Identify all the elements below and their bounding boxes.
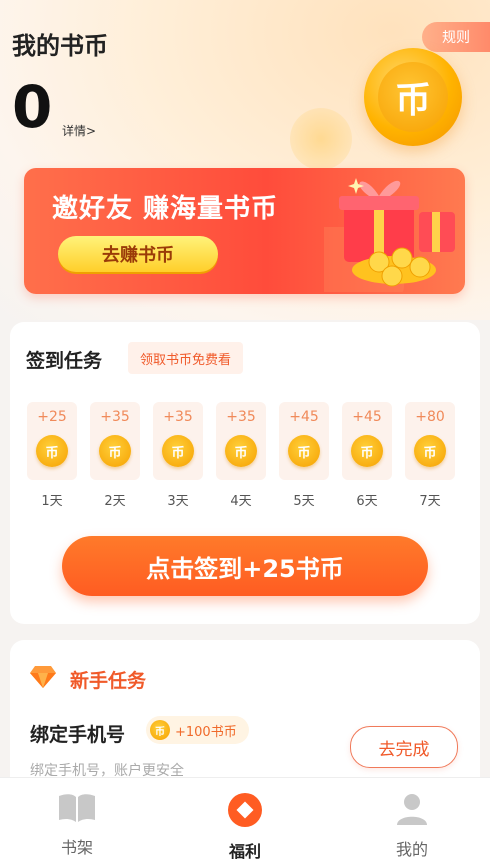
day-reward: +45 — [289, 409, 319, 425]
tab-label: 书架 — [60, 838, 93, 857]
rules-button[interactable]: 规则 — [422, 22, 490, 52]
banner-title: 邀好友 赚海量书币 — [52, 194, 279, 224]
coin-icon: 币 — [36, 435, 68, 467]
page-title: 我的书币 — [12, 32, 108, 60]
checkin-tag: 领取书币免费看 — [128, 342, 244, 374]
bottom-tab-bar: 书架 福利 我的 — [0, 777, 490, 866]
day-label: 2天 — [104, 494, 126, 509]
day-reward: +25 — [37, 409, 67, 425]
day-label: 4天 — [230, 494, 252, 509]
tab-profile[interactable]: 我的 — [362, 792, 462, 860]
coin-icon: 币 — [225, 435, 257, 467]
task-reward-badge: 币 +100书币 — [146, 716, 249, 744]
checkin-day[interactable]: +35 币 2天 — [90, 402, 140, 512]
checkin-title: 签到任务 — [26, 350, 103, 372]
coin-glyph: 币 — [378, 62, 448, 132]
newbie-title: 新手任务 — [70, 670, 147, 692]
day-label: 1天 — [41, 494, 63, 509]
checkin-day[interactable]: +35 币 4天 — [216, 402, 266, 512]
earn-coins-button[interactable]: 去赚书币 — [58, 236, 218, 272]
day-label: 3天 — [167, 494, 189, 509]
checkin-card: 签到任务 领取书币免费看 +25 币 1天 +35 币 2天 +35 币 3天 +35… — [10, 322, 480, 624]
complete-task-button[interactable]: 去完成 — [350, 726, 458, 768]
day-reward: +35 — [163, 409, 193, 425]
coin-balance: 0 — [12, 73, 53, 141]
decorative-coin-icon — [290, 108, 352, 170]
coin-icon: 币 — [351, 435, 383, 467]
checkin-day[interactable]: +45 币 5天 — [279, 402, 329, 512]
coin-icon: 币 — [162, 435, 194, 467]
day-reward: +45 — [352, 409, 382, 425]
day-label: 5天 — [293, 494, 315, 509]
checkin-day[interactable]: +35 币 3天 — [153, 402, 203, 512]
checkin-day[interactable]: +25 币 1天 — [27, 402, 77, 512]
tab-label: 福利 — [228, 842, 261, 861]
checkin-days: +25 币 1天 +35 币 2天 +35 币 3天 +35 币 4天 +45 币 5天 … — [27, 402, 467, 512]
coin-icon: 币 — [99, 435, 131, 467]
signin-button[interactable]: 点击签到+25书币 — [62, 536, 428, 596]
tab-label: 我的 — [395, 840, 428, 859]
day-label: 6天 — [356, 494, 378, 509]
coin-icon: 币 — [288, 435, 320, 467]
day-reward: +35 — [226, 409, 256, 425]
diamond-icon — [30, 666, 56, 688]
invite-banner[interactable]: 邀好友 赚海量书币 去赚书币 — [24, 168, 465, 294]
coin-icon: 币 — [150, 720, 170, 740]
user-icon — [397, 794, 427, 825]
tab-bookshelf[interactable]: 书架 — [27, 792, 127, 858]
task-reward: +100书币 — [175, 724, 237, 740]
day-label: 7天 — [419, 494, 441, 509]
coin-icon: 币 — [364, 48, 462, 146]
checkin-day[interactable]: +80 币 7天 — [405, 402, 455, 512]
checkin-day[interactable]: +45 币 6天 — [342, 402, 392, 512]
welfare-icon — [228, 793, 262, 827]
coin-icon: 币 — [414, 435, 446, 467]
tab-welfare[interactable]: 福利 — [195, 792, 295, 862]
task-name: 绑定手机号 — [30, 724, 126, 746]
newbie-task-card: 新手任务 绑定手机号 币 +100书币 绑定手机号，账户更安全 去完成 — [10, 640, 480, 800]
details-link[interactable]: 详情> — [62, 122, 96, 139]
day-reward: +80 — [415, 409, 445, 425]
book-icon — [59, 794, 95, 822]
gift-box-icon — [324, 178, 455, 292]
day-reward: +35 — [100, 409, 130, 425]
